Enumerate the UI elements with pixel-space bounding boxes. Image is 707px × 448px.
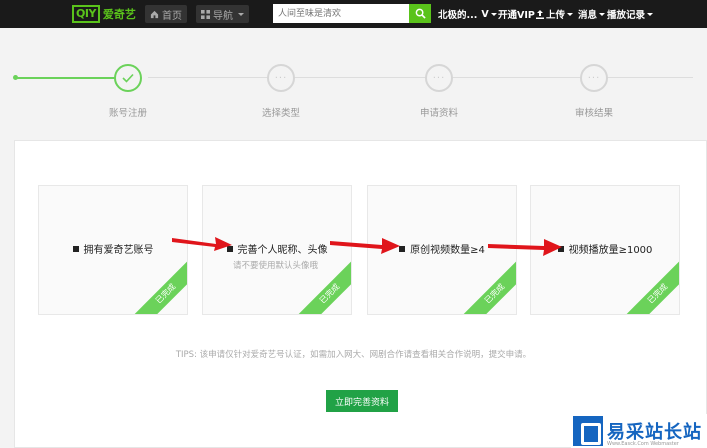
requirement-text: 原创视频数量≥4 [410,245,485,256]
step-3-circle: ··· [425,64,453,92]
requirement-card: 拥有爱奇艺账号 已完成 [38,185,188,315]
complete-profile-button[interactable]: 立即完善资料 [326,390,398,412]
step-4-label: 审核结果 [574,108,613,119]
step-1-circle [114,64,142,92]
play-history-menu[interactable]: 播放记录 [607,0,654,28]
bullet-icon [72,245,79,252]
top-navigation-bar: QIY 爱奇艺 首页 导航 北极的... V 开通VIP 上传 消息 播放记录 [0,0,707,28]
home-link[interactable]: 首页 [145,5,187,23]
upload-label: 上传 [546,10,566,21]
chevron-down-icon [567,12,574,16]
vip-label: 开通VIP [498,10,535,21]
iqiyi-logo[interactable]: QIY 爱奇艺 [72,4,136,24]
history-label: 播放记录 [607,10,646,21]
vip-level-badge: V [481,8,489,20]
requirement-text: 视频播放量≥1000 [568,245,653,256]
red-arrow-icon [330,238,400,254]
grid-icon [201,9,210,19]
progress-line [148,77,693,78]
upload-icon [536,9,544,19]
chevron-down-icon [490,12,497,16]
ellipsis-icon: ··· [587,72,601,84]
navigation-menu[interactable]: 导航 [196,5,249,23]
completed-badge: 已完成 [620,256,679,314]
open-vip-link[interactable]: 开通VIP [498,0,535,28]
home-label: 首页 [162,10,182,22]
chevron-down-icon [238,12,244,16]
search-input[interactable] [273,4,409,23]
watermark-url: Www.Easck.Com Webmaster [607,441,679,447]
search-icon [415,8,426,19]
ellipsis-icon: ··· [274,72,288,84]
message-label: 消息 [578,10,598,21]
step-1-label: 账号注册 [108,108,147,119]
chevron-down-icon [647,12,654,16]
tips-text: TIPS: 该申请仅针对爱奇艺号认证，如需加入网大、网剧合作请查看相关合作说明，… [175,350,532,360]
chevron-down-icon [599,12,606,16]
red-arrow-icon [488,239,562,256]
watermark-logo-icon [573,416,603,446]
upload-menu[interactable]: 上传 [536,0,574,28]
progress-line-completed [16,77,116,79]
completed-badge: 已完成 [128,256,187,314]
home-icon [150,10,159,18]
red-arrow-icon [172,237,232,251]
watermark: 易采站长站 Www.Easck.Com Webmaster [571,414,707,448]
step-4-circle: ··· [580,64,608,92]
ellipsis-icon: ··· [432,72,446,84]
logo-text: 爱奇艺 [102,8,136,21]
logo-mark: QIY [72,5,100,23]
check-icon [122,73,134,83]
step-2-label: 选择类型 [261,108,300,119]
user-menu[interactable]: 北极的... V [438,0,497,28]
completed-badge: 已完成 [457,256,516,314]
search-button[interactable] [409,4,431,23]
requirement-hint: 请不要使用默认头像哦 [233,261,319,271]
nav-label: 导航 [213,10,233,22]
requirement-text: 完善个人昵称、头像 [237,245,328,256]
step-3-label: 申请资料 [419,108,458,119]
requirement-text: 拥有爱奇艺账号 [83,245,154,256]
message-menu[interactable]: 消息 [578,0,606,28]
step-2-circle: ··· [267,64,295,92]
user-name: 北极的... [438,10,478,21]
